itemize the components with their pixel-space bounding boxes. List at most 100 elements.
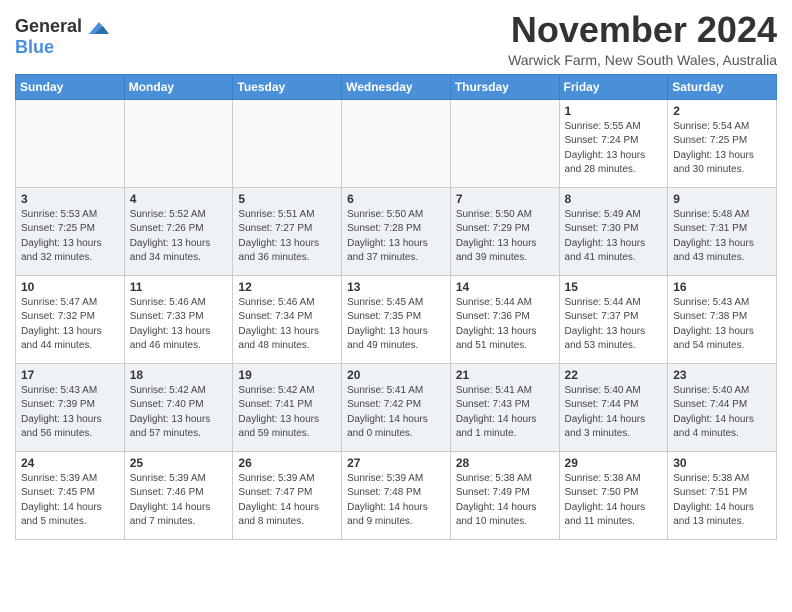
location-subtitle: Warwick Farm, New South Wales, Australia — [508, 52, 777, 68]
calendar-cell: 22Sunrise: 5:40 AM Sunset: 7:44 PM Dayli… — [559, 363, 668, 451]
calendar-cell: 13 Sunrise: 5:45 AM Sunset: 7:35 PM Dayli… — [342, 275, 451, 363]
weekday-header-saturday: Saturday — [668, 74, 777, 99]
day-number: 19 — [238, 368, 336, 382]
day-number: 9 — [673, 192, 771, 206]
day-info: Sunrise: 5:44 AM Sunset: 7:37 PM Dayligh… — [565, 296, 663, 354]
calendar-cell: 21 Sunrise: 5:41 AM Sunset: 7:43 PM Dayli… — [450, 363, 559, 451]
calendar-cell: 3 Sunrise: 5:53 AM Sunset: 7:25 PM Daylig… — [16, 187, 125, 275]
day-number: 30 — [673, 456, 771, 470]
calendar-cell: 23 Sunrise: 5:40 AM Sunset: 7:44 PM Dayli… — [668, 363, 777, 451]
calendar-week-row: 17 Sunrise: 5:43 AM Sunset: 7:39 PM Dayli… — [16, 363, 777, 451]
day-number: 11 — [130, 280, 228, 294]
calendar-cell: 4 Sunrise: 5:52 AM Sunset: 7:26 PM Daylig… — [124, 187, 233, 275]
day-number: 13 — [347, 280, 445, 294]
day-number: 14 — [456, 280, 554, 294]
day-info: Sunrise: 5:42 AM Sunset: 7:40 PM Dayligh… — [130, 384, 228, 442]
day-info: Sunrise: 5:40 AM Sunset: 7:44 PM Dayligh… — [565, 384, 663, 442]
day-info: Sunrise: 5:46 AM Sunset: 7:34 PM Dayligh… — [238, 296, 336, 354]
day-info: Sunrise: 5:52 AM Sunset: 7:26 PM Dayligh… — [130, 208, 228, 266]
calendar-cell: 9Sunrise: 5:48 AM Sunset: 7:31 PM Daylig… — [668, 187, 777, 275]
calendar-cell: 7Sunrise: 5:50 AM Sunset: 7:29 PM Daylig… — [450, 187, 559, 275]
page-header: General Blue November 2024 Warwick Farm,… — [15, 10, 777, 68]
calendar-week-row: 1 Sunrise: 5:55 AM Sunset: 7:24 PM Daylig… — [16, 99, 777, 187]
calendar-cell — [450, 99, 559, 187]
day-number: 4 — [130, 192, 228, 206]
day-info: Sunrise: 5:49 AM Sunset: 7:30 PM Dayligh… — [565, 208, 663, 266]
day-info: Sunrise: 5:43 AM Sunset: 7:38 PM Dayligh… — [673, 296, 771, 354]
day-number: 3 — [21, 192, 119, 206]
day-info: Sunrise: 5:45 AM Sunset: 7:35 PM Dayligh… — [347, 296, 445, 354]
day-info: Sunrise: 5:39 AM Sunset: 7:45 PM Dayligh… — [21, 472, 119, 530]
logo-blue: Blue — [15, 37, 54, 57]
day-number: 12 — [238, 280, 336, 294]
day-number: 17 — [21, 368, 119, 382]
day-info: Sunrise: 5:41 AM Sunset: 7:43 PM Dayligh… — [456, 384, 554, 442]
day-info: Sunrise: 5:43 AM Sunset: 7:39 PM Dayligh… — [21, 384, 119, 442]
day-number: 26 — [238, 456, 336, 470]
calendar-cell: 16 Sunrise: 5:43 AM Sunset: 7:38 PM Dayli… — [668, 275, 777, 363]
calendar-cell: 29 Sunrise: 5:38 AM Sunset: 7:50 PM Dayli… — [559, 451, 668, 539]
day-number: 24 — [21, 456, 119, 470]
day-number: 21 — [456, 368, 554, 382]
day-number: 18 — [130, 368, 228, 382]
day-info: Sunrise: 5:46 AM Sunset: 7:33 PM Dayligh… — [130, 296, 228, 354]
day-number: 29 — [565, 456, 663, 470]
calendar-cell: 2 Sunrise: 5:54 AM Sunset: 7:25 PM Daylig… — [668, 99, 777, 187]
calendar-cell: 26 Sunrise: 5:39 AM Sunset: 7:47 PM Dayli… — [233, 451, 342, 539]
logo-general: General — [15, 16, 82, 36]
weekday-header-thursday: Thursday — [450, 74, 559, 99]
day-info: Sunrise: 5:51 AM Sunset: 7:27 PM Dayligh… — [238, 208, 336, 266]
weekday-header-tuesday: Tuesday — [233, 74, 342, 99]
calendar-cell — [342, 99, 451, 187]
day-info: Sunrise: 5:44 AM Sunset: 7:36 PM Dayligh… — [456, 296, 554, 354]
calendar-cell — [124, 99, 233, 187]
calendar-cell: 25 Sunrise: 5:39 AM Sunset: 7:46 PM Dayli… — [124, 451, 233, 539]
day-info: Sunrise: 5:41 AM Sunset: 7:42 PM Dayligh… — [347, 384, 445, 442]
day-info: Sunrise: 5:55 AM Sunset: 7:24 PM Dayligh… — [565, 120, 663, 178]
day-info: Sunrise: 5:38 AM Sunset: 7:51 PM Dayligh… — [673, 472, 771, 530]
day-info: Sunrise: 5:53 AM Sunset: 7:25 PM Dayligh… — [21, 208, 119, 266]
day-info: Sunrise: 5:39 AM Sunset: 7:46 PM Dayligh… — [130, 472, 228, 530]
calendar-cell: 30 Sunrise: 5:38 AM Sunset: 7:51 PM Dayli… — [668, 451, 777, 539]
day-number: 2 — [673, 104, 771, 118]
calendar-week-row: 10 Sunrise: 5:47 AM Sunset: 7:32 PM Dayli… — [16, 275, 777, 363]
logo: General Blue — [15, 16, 109, 58]
calendar-cell: 18 Sunrise: 5:42 AM Sunset: 7:40 PM Dayli… — [124, 363, 233, 451]
day-info: Sunrise: 5:50 AM Sunset: 7:29 PM Dayligh… — [456, 208, 554, 266]
weekday-header-monday: Monday — [124, 74, 233, 99]
day-number: 27 — [347, 456, 445, 470]
day-number: 25 — [130, 456, 228, 470]
day-number: 1 — [565, 104, 663, 118]
day-number: 10 — [21, 280, 119, 294]
month-title: November 2024 — [508, 10, 777, 50]
day-info: Sunrise: 5:47 AM Sunset: 7:32 PM Dayligh… — [21, 296, 119, 354]
calendar-cell: 17 Sunrise: 5:43 AM Sunset: 7:39 PM Dayli… — [16, 363, 125, 451]
calendar-week-row: 24 Sunrise: 5:39 AM Sunset: 7:45 PM Dayli… — [16, 451, 777, 539]
calendar-cell: 14 Sunrise: 5:44 AM Sunset: 7:36 PM Dayli… — [450, 275, 559, 363]
weekday-header-friday: Friday — [559, 74, 668, 99]
calendar-cell: 1 Sunrise: 5:55 AM Sunset: 7:24 PM Daylig… — [559, 99, 668, 187]
calendar-cell: 27Sunrise: 5:39 AM Sunset: 7:48 PM Dayli… — [342, 451, 451, 539]
calendar-cell: 28Sunrise: 5:38 AM Sunset: 7:49 PM Dayli… — [450, 451, 559, 539]
day-number: 5 — [238, 192, 336, 206]
day-info: Sunrise: 5:38 AM Sunset: 7:50 PM Dayligh… — [565, 472, 663, 530]
day-number: 28 — [456, 456, 554, 470]
weekday-header-sunday: Sunday — [16, 74, 125, 99]
calendar-cell — [233, 99, 342, 187]
day-number: 8 — [565, 192, 663, 206]
day-info: Sunrise: 5:54 AM Sunset: 7:25 PM Dayligh… — [673, 120, 771, 178]
calendar-cell: 5 Sunrise: 5:51 AM Sunset: 7:27 PM Daylig… — [233, 187, 342, 275]
title-block: November 2024 Warwick Farm, New South Wa… — [508, 10, 777, 68]
day-number: 15 — [565, 280, 663, 294]
calendar-header-row: SundayMondayTuesdayWednesdayThursdayFrid… — [16, 74, 777, 99]
logo-icon — [89, 20, 109, 36]
day-info: Sunrise: 5:39 AM Sunset: 7:47 PM Dayligh… — [238, 472, 336, 530]
day-number: 20 — [347, 368, 445, 382]
day-info: Sunrise: 5:42 AM Sunset: 7:41 PM Dayligh… — [238, 384, 336, 442]
calendar-cell: 8 Sunrise: 5:49 AM Sunset: 7:30 PM Daylig… — [559, 187, 668, 275]
day-number: 16 — [673, 280, 771, 294]
calendar-cell — [16, 99, 125, 187]
calendar-cell: 15 Sunrise: 5:44 AM Sunset: 7:37 PM Dayli… — [559, 275, 668, 363]
day-number: 23 — [673, 368, 771, 382]
day-info: Sunrise: 5:40 AM Sunset: 7:44 PM Dayligh… — [673, 384, 771, 442]
